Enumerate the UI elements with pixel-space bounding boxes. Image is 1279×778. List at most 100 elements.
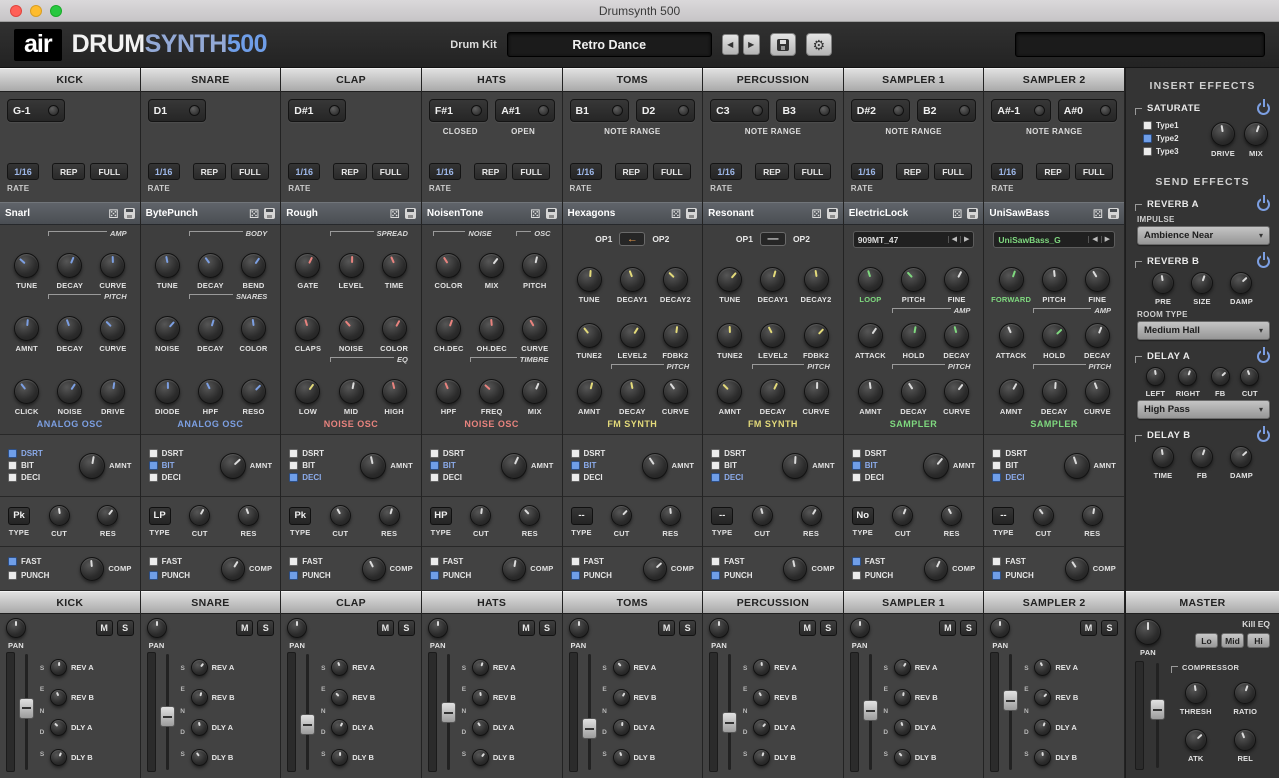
- save-preset-icon[interactable]: [827, 208, 838, 219]
- atk-knob[interactable]: [1185, 729, 1207, 751]
- curve-knob[interactable]: [944, 379, 969, 404]
- note-button[interactable]: B3: [776, 99, 835, 122]
- dice-icon[interactable]: ⚄: [389, 208, 399, 220]
- time-knob[interactable]: [382, 253, 407, 278]
- comp-knob[interactable]: [924, 557, 948, 581]
- filter-type-button[interactable]: Pk: [289, 507, 311, 525]
- preset-name[interactable]: ElectricLock: [849, 208, 947, 219]
- oh-dec-knob[interactable]: [479, 316, 504, 341]
- decay2-knob[interactable]: [804, 267, 829, 292]
- filter-type-button[interactable]: --: [711, 507, 733, 525]
- res-knob[interactable]: [1082, 505, 1103, 526]
- dist-checkbox[interactable]: [289, 461, 298, 470]
- dyn-item-fast[interactable]: FAST: [430, 557, 502, 566]
- comp-knob[interactable]: [643, 557, 667, 581]
- rate-value-button[interactable]: 1/16: [851, 163, 883, 180]
- rev-a-knob[interactable]: [1034, 659, 1051, 676]
- solo-button[interactable]: S: [117, 620, 134, 636]
- cut-knob[interactable]: [189, 505, 210, 526]
- cut-knob[interactable]: [49, 505, 70, 526]
- save-preset-icon[interactable]: [686, 208, 697, 219]
- repeat-button[interactable]: REP: [755, 163, 788, 180]
- op-routing-button[interactable]: —: [760, 232, 786, 246]
- note-button[interactable]: D2: [636, 99, 695, 122]
- dist-checkbox[interactable]: [571, 473, 580, 482]
- cut-knob[interactable]: [470, 505, 491, 526]
- mute-button[interactable]: M: [1080, 620, 1097, 636]
- amnt-knob[interactable]: [642, 453, 668, 479]
- volume-fader[interactable]: [863, 652, 878, 772]
- preset-name[interactable]: BytePunch: [146, 208, 244, 219]
- comp-knob[interactable]: [1065, 557, 1089, 581]
- dly-a-knob[interactable]: [50, 719, 67, 736]
- noise-knob[interactable]: [339, 316, 364, 341]
- dly-a-knob[interactable]: [472, 719, 489, 736]
- rev-b-knob[interactable]: [50, 689, 67, 706]
- midi-learn-icon[interactable]: [1100, 105, 1111, 116]
- pan-knob[interactable]: [147, 618, 167, 638]
- res-knob[interactable]: [801, 505, 822, 526]
- mute-button[interactable]: M: [518, 620, 535, 636]
- killeq-hi-button[interactable]: Hi: [1247, 633, 1270, 648]
- dist-item-deci[interactable]: DECI: [571, 473, 642, 482]
- tune-knob[interactable]: [577, 267, 602, 292]
- dyn-item-punch[interactable]: PUNCH: [852, 571, 924, 580]
- solo-button[interactable]: S: [1101, 620, 1118, 636]
- dist-item-dsrt[interactable]: DSRT: [852, 449, 923, 458]
- dist-checkbox[interactable]: [8, 461, 17, 470]
- save-preset-icon[interactable]: [1108, 208, 1119, 219]
- dyn-checkbox[interactable]: [8, 557, 17, 566]
- dyn-checkbox[interactable]: [149, 571, 158, 580]
- tune2-knob[interactable]: [577, 323, 602, 348]
- level2-knob[interactable]: [620, 323, 645, 348]
- rev-a-knob[interactable]: [613, 659, 630, 676]
- dly-a-knob[interactable]: [1034, 719, 1051, 736]
- noise-knob[interactable]: [155, 316, 180, 341]
- amnt-knob[interactable]: [79, 453, 105, 479]
- volume-fader[interactable]: [300, 652, 315, 772]
- amnt-knob[interactable]: [999, 379, 1024, 404]
- dyn-checkbox[interactable]: [571, 557, 580, 566]
- dice-icon[interactable]: ⚄: [108, 208, 118, 220]
- cut-knob[interactable]: [1240, 367, 1259, 386]
- decay-knob[interactable]: [944, 323, 969, 348]
- save-preset-icon[interactable]: [967, 208, 978, 219]
- master-pan-knob[interactable]: [1135, 619, 1161, 645]
- mute-button[interactable]: M: [377, 620, 394, 636]
- repeat-button[interactable]: REP: [615, 163, 648, 180]
- rev-b-knob[interactable]: [472, 689, 489, 706]
- dist-checkbox[interactable]: [289, 449, 298, 458]
- amnt-knob[interactable]: [577, 379, 602, 404]
- hold-knob[interactable]: [1042, 323, 1067, 348]
- rev-a-knob[interactable]: [472, 659, 489, 676]
- decay-knob[interactable]: [620, 379, 645, 404]
- fader-handle[interactable]: [582, 718, 597, 739]
- dyn-item-fast[interactable]: FAST: [149, 557, 221, 566]
- dyn-item-fast[interactable]: FAST: [8, 557, 80, 566]
- saturate-type-type1[interactable]: Type1: [1143, 121, 1179, 130]
- pitch-knob[interactable]: [1042, 267, 1067, 292]
- dyn-checkbox[interactable]: [571, 571, 580, 580]
- dyn-checkbox[interactable]: [289, 557, 298, 566]
- rev-b-knob[interactable]: [753, 689, 770, 706]
- dly-b-knob[interactable]: [753, 749, 770, 766]
- cut-knob[interactable]: [330, 505, 351, 526]
- forward-knob[interactable]: [999, 267, 1024, 292]
- tune-knob[interactable]: [14, 253, 39, 278]
- saturate-type-type3[interactable]: Type3: [1143, 147, 1179, 156]
- decay-knob[interactable]: [901, 379, 926, 404]
- dly-a-knob[interactable]: [331, 719, 348, 736]
- fb-knob[interactable]: [1191, 446, 1213, 468]
- note-button[interactable]: A#0: [1058, 99, 1117, 122]
- full-button[interactable]: FULL: [512, 163, 550, 180]
- freq-knob[interactable]: [479, 379, 504, 404]
- filter-type-button[interactable]: --: [992, 507, 1014, 525]
- decay-knob[interactable]: [1085, 323, 1110, 348]
- full-button[interactable]: FULL: [372, 163, 410, 180]
- rate-value-button[interactable]: 1/16: [429, 163, 461, 180]
- mute-button[interactable]: M: [658, 620, 675, 636]
- fine-knob[interactable]: [1085, 267, 1110, 292]
- drumkit-select[interactable]: Retro Dance: [507, 32, 712, 57]
- dist-item-bit[interactable]: BIT: [711, 461, 782, 470]
- repeat-button[interactable]: REP: [52, 163, 85, 180]
